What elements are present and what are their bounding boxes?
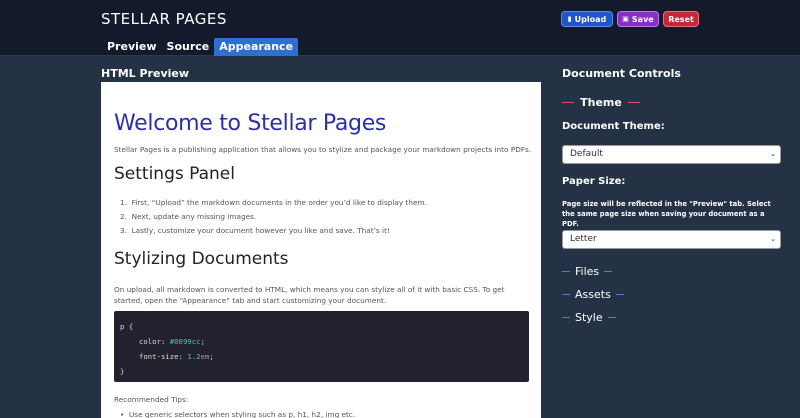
code-line: } [120, 367, 125, 376]
paper-size-label: Paper Size: [562, 176, 626, 187]
save-icon: ▣ [622, 15, 629, 23]
divider [627, 101, 640, 103]
divider [604, 270, 613, 272]
upload-button-label: Upload [574, 14, 607, 24]
preview-heading: Welcome to Stellar Pages [114, 111, 387, 136]
preview-section-title: HTML Preview [101, 67, 190, 80]
controls-section-title: Document Controls [562, 67, 681, 80]
code-line: font-size: 1.2em; [139, 352, 214, 361]
settings-heading: Settings Panel [114, 164, 235, 184]
tab-source[interactable]: Source [162, 38, 215, 56]
preview-intro: Stellar Pages is a publishing applicatio… [114, 145, 532, 154]
paper-size-select[interactable]: Letter ⌄ [562, 230, 781, 249]
divider [562, 316, 570, 318]
divider [562, 293, 570, 295]
steps-list: 1. First, “Upload” the markdown document… [120, 196, 427, 238]
list-item: 1. First, “Upload” the markdown document… [120, 198, 427, 207]
tips-label: Recommended Tips: [114, 395, 189, 404]
accordion-assets[interactable]: Assets [562, 287, 624, 301]
chevron-down-icon: ⌄ [770, 150, 776, 158]
list-item: 2. Next, update any missing images. [120, 212, 257, 221]
stylizing-heading: Stylizing Documents [114, 249, 289, 269]
theme-heading: Theme [562, 95, 640, 109]
chevron-down-icon: ⌄ [770, 235, 776, 243]
upload-button[interactable]: ▮ Upload [561, 11, 613, 27]
list-item: 3. Lastly, customize your document howev… [120, 226, 390, 235]
reset-button[interactable]: Reset [663, 11, 699, 27]
tab-preview[interactable]: Preview [102, 38, 162, 56]
html-preview-panel[interactable]: Welcome to Stellar Pages Stellar Pages i… [101, 82, 541, 418]
document-theme-label: Document Theme: [562, 121, 665, 132]
save-button-label: Save [631, 14, 654, 24]
file-icon: ▮ [567, 15, 572, 23]
code-block: p { color: #0099cc; font-size: 1.2em; } [114, 311, 529, 382]
divider [562, 101, 575, 103]
document-theme-select[interactable]: Default ⌄ [562, 145, 781, 164]
app-brand: STELLAR PAGES [101, 10, 227, 28]
accordion-files[interactable]: Files [562, 264, 613, 278]
code-line: p { [120, 322, 134, 331]
stylizing-text-line1: On upload, all markdown is converted to … [114, 285, 505, 294]
view-tabs: Preview Source Appearance [102, 38, 299, 56]
list-item: • Use generic selectors when styling suc… [120, 410, 356, 418]
divider [615, 293, 624, 295]
paper-size-hint: Page size will be reflected in the "Prev… [562, 200, 771, 228]
divider [562, 270, 570, 272]
tab-appearance[interactable]: Appearance [214, 38, 299, 56]
code-line: color: #0099cc; [139, 337, 205, 346]
accordion-style[interactable]: Style [562, 310, 616, 324]
divider [607, 316, 616, 318]
stylizing-text-line2: started, open the “Appearance” tab and s… [114, 296, 387, 305]
app-header: STELLAR PAGES Preview Source Appearance … [0, 0, 800, 56]
save-button[interactable]: ▣ Save [617, 11, 659, 27]
